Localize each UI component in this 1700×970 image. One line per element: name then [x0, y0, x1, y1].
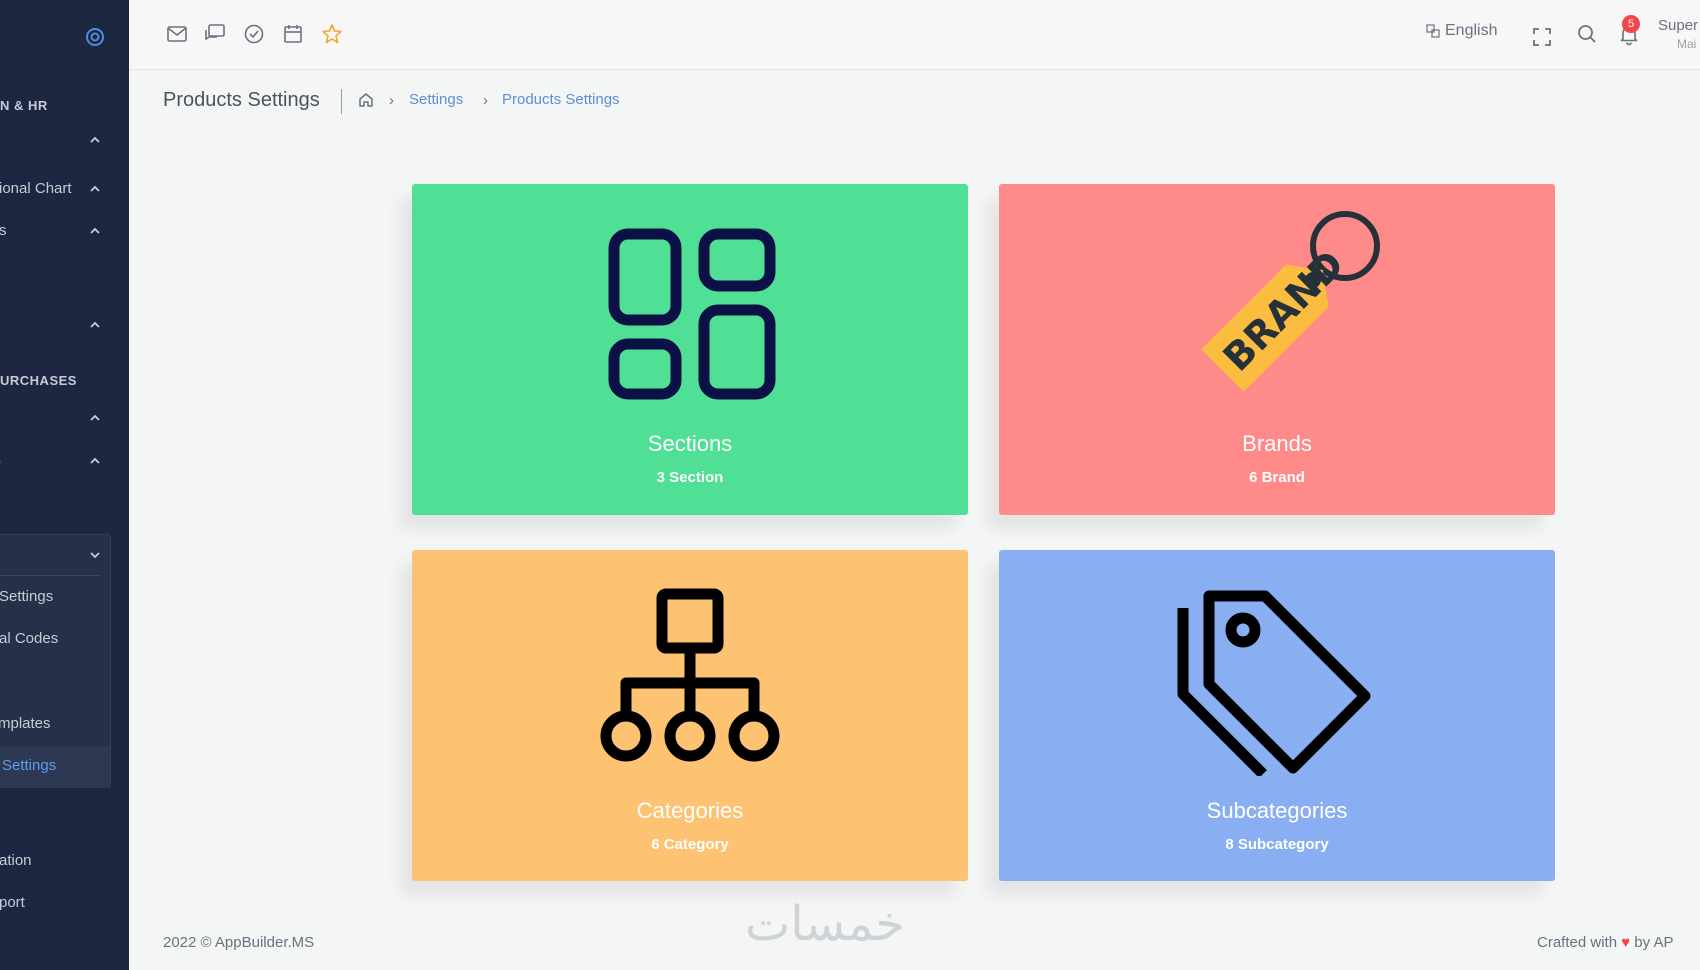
breadcrumb-products-settings[interactable]: Products Settings [502, 91, 620, 108]
footer-crafted-brand[interactable]: AP [1653, 934, 1673, 951]
footer-copyright: 2022 © AppBuilder.MS [163, 934, 315, 951]
language-label: English [1445, 22, 1498, 39]
brand-logo-text: BRAND [1215, 242, 1353, 380]
sidebar-submenu [0, 534, 111, 788]
translate-icon [1426, 24, 1440, 38]
sidebar-item-codes[interactable]: al Codes [0, 630, 58, 647]
page-title: Products Settings [163, 89, 320, 111]
watermark-logo: خمسات [745, 896, 906, 952]
footer-crafted-suffix: by [1634, 934, 1651, 951]
user-role: Mai [1677, 37, 1697, 51]
language-selector[interactable]: English [1426, 22, 1497, 40]
sidebar-item-dash[interactable]: - [0, 453, 1, 470]
sidebar-item-products-settings[interactable]: Settings [2, 757, 56, 774]
card-title: Sections [647, 431, 733, 456]
breadcrumb-divider [341, 89, 342, 114]
search-icon[interactable] [1575, 22, 1599, 46]
sidebar-item-organizational-chart[interactable]: ional Chart [0, 180, 72, 197]
sidebar: N & HR ional Chart s URCHASES - Settings… [0, 0, 129, 970]
card-count: 6 Category [651, 836, 729, 853]
chevron-down-icon[interactable] [89, 549, 101, 561]
card-title: Subcategories [1206, 798, 1348, 823]
card-subcategories[interactable]: Subcategories 8 Subcategory [999, 550, 1555, 881]
user-name[interactable]: Super [1658, 17, 1698, 34]
chat-icon[interactable] [203, 22, 227, 46]
check-circle-icon[interactable] [242, 22, 266, 46]
footer-credits: Crafted with ♥ by AP [1537, 934, 1674, 951]
sidebar-item-settings[interactable]: Settings [0, 588, 53, 605]
chevron-up-icon[interactable] [89, 225, 101, 237]
submenu-divider [0, 575, 100, 576]
sections-grid-icon [608, 228, 776, 400]
notification-badge: 5 [1622, 15, 1640, 33]
sidebar-heading-hr: N & HR [0, 98, 48, 113]
breadcrumb-settings[interactable]: Settings [409, 91, 463, 108]
chevron-up-icon[interactable] [89, 455, 101, 467]
fullscreen-icon[interactable] [1530, 25, 1554, 49]
card-title: Brands [1242, 431, 1312, 456]
chevron-up-icon[interactable] [89, 412, 101, 424]
chevron-up-icon[interactable] [89, 183, 101, 195]
sidebar-item-templates[interactable]: mplates [0, 715, 51, 732]
brand-tag-icon: BRAND [1201, 211, 1380, 392]
sidebar-item-ation[interactable]: ation [0, 852, 32, 869]
top-bar: English 5 Super Mai [129, 0, 1700, 70]
hierarchy-icon [600, 588, 780, 762]
heart-icon: ♥ [1621, 934, 1635, 951]
sidebar-item-s[interactable]: s [0, 222, 7, 239]
card-count: 8 Subcategory [1225, 836, 1329, 853]
target-icon[interactable] [84, 26, 106, 48]
sidebar-heading-purchases: URCHASES [0, 373, 77, 388]
card-sections[interactable]: Sections 3 Section [412, 184, 968, 515]
tags-icon [1177, 590, 1371, 776]
card-title: Categories [636, 798, 744, 823]
card-categories[interactable]: Categories 6 Category [412, 550, 968, 881]
card-count: 3 Section [656, 469, 724, 486]
card-count: 6 Brand [1249, 469, 1305, 486]
home-icon[interactable] [357, 91, 375, 109]
footer-crafted-prefix: Crafted with [1537, 934, 1618, 951]
card-brands[interactable]: BRAND Brands 6 Brand [999, 184, 1555, 515]
breadcrumb-separator: › [483, 92, 488, 109]
calendar-icon[interactable] [281, 22, 305, 46]
breadcrumb-separator: › [389, 92, 394, 109]
chevron-up-icon[interactable] [89, 319, 101, 331]
sidebar-item-port[interactable]: port [0, 894, 25, 911]
chevron-up-icon[interactable] [89, 134, 101, 146]
star-icon[interactable] [320, 22, 344, 46]
mail-icon[interactable] [165, 22, 189, 46]
